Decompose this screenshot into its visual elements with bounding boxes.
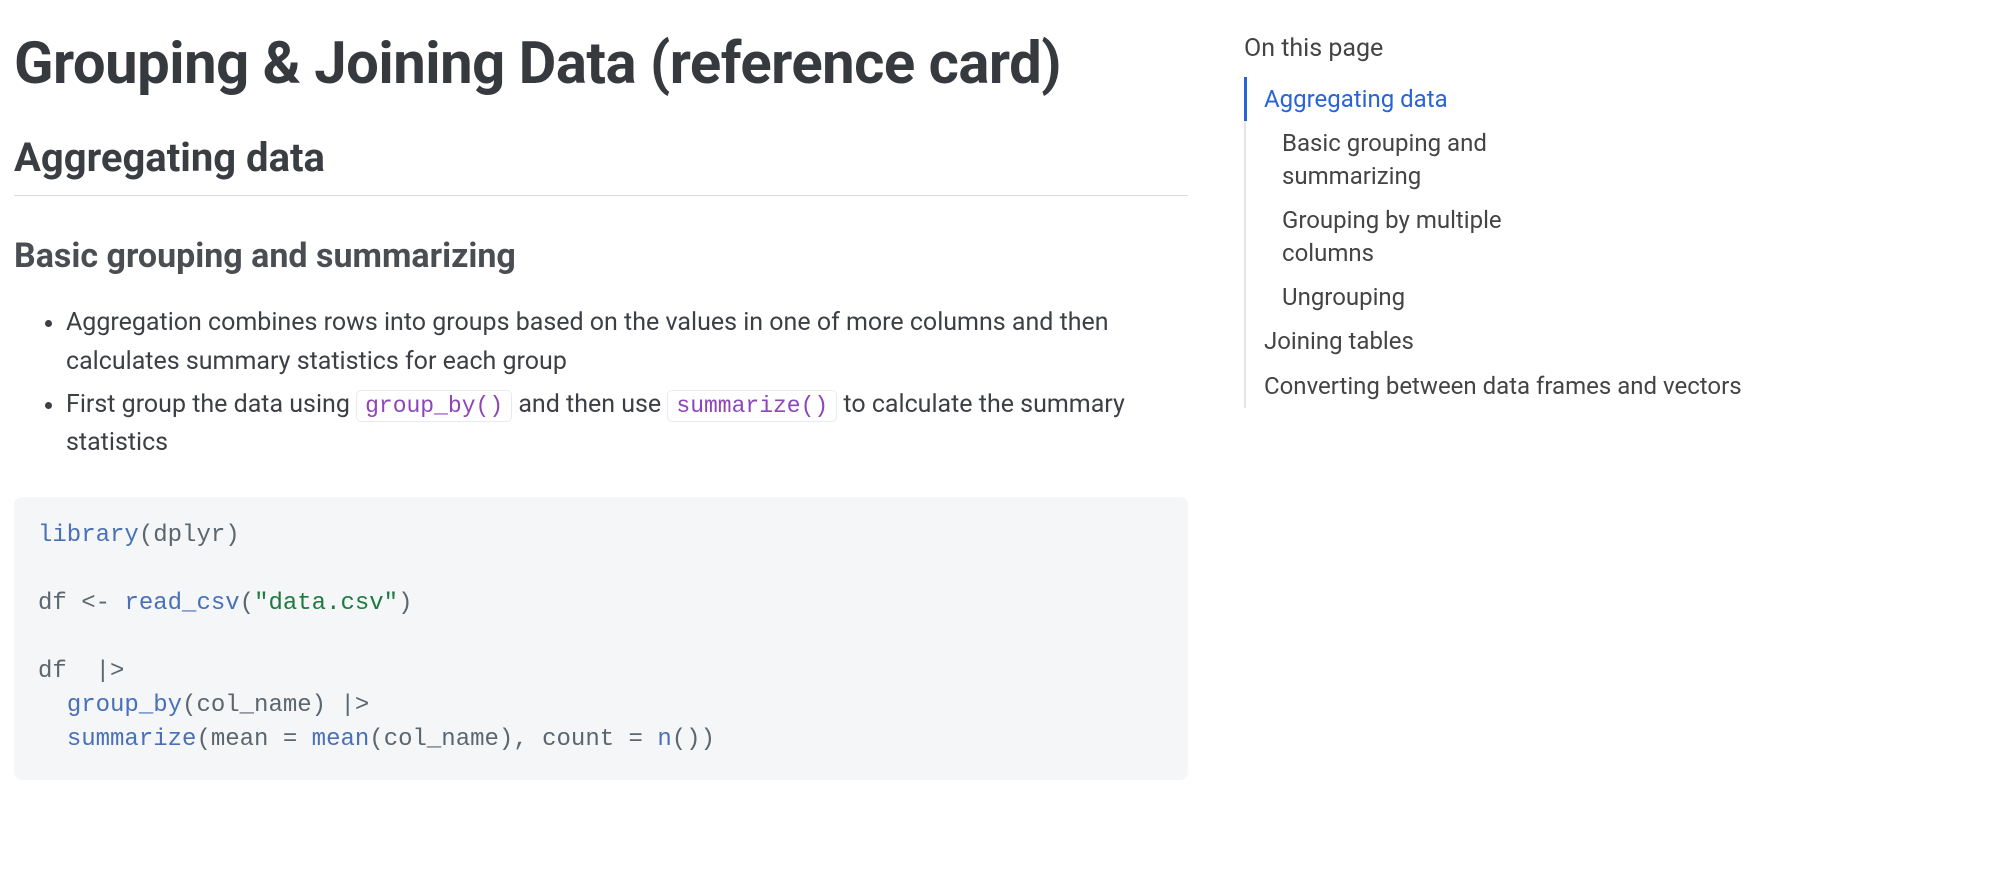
code-token bbox=[38, 726, 67, 753]
code-token: ) bbox=[398, 590, 412, 617]
code-token bbox=[110, 590, 124, 617]
toc-link-ungrouping[interactable]: Ungrouping bbox=[1246, 275, 1556, 319]
code-token: ( bbox=[369, 726, 383, 753]
toc-link-aggregating-data[interactable]: Aggregating data bbox=[1244, 77, 1742, 121]
code-token: count bbox=[542, 726, 614, 753]
code-token: = bbox=[268, 726, 311, 753]
code-token: , bbox=[513, 726, 542, 753]
code-token: ) bbox=[312, 692, 326, 719]
code-token: df bbox=[38, 590, 81, 617]
code-token: ( bbox=[240, 590, 254, 617]
code-token: ( bbox=[139, 522, 153, 549]
code-token: group_by bbox=[67, 692, 182, 719]
code-token: |> bbox=[326, 692, 369, 719]
page-title: Grouping & Joining Data (reference card) bbox=[14, 30, 1188, 98]
code-token bbox=[38, 692, 67, 719]
toc-sidebar: On this page Aggregating data Basic grou… bbox=[1198, 0, 1762, 896]
code-token: mean bbox=[312, 726, 370, 753]
code-token: read_csv bbox=[124, 590, 239, 617]
code-token: |> bbox=[81, 658, 124, 685]
toc-link-converting[interactable]: Converting between data frames and vecto… bbox=[1246, 364, 1742, 408]
toc-list: Aggregating data Basic grouping and summ… bbox=[1244, 77, 1742, 408]
code-token: df bbox=[38, 658, 81, 685]
bullet-list: Aggregation combines rows into groups ba… bbox=[14, 304, 1188, 463]
code-token: library bbox=[38, 522, 139, 549]
toc-link-joining-tables[interactable]: Joining tables bbox=[1246, 319, 1742, 363]
code-token: ) bbox=[499, 726, 513, 753]
heading-aggregating-data: Aggregating data bbox=[14, 134, 1188, 196]
inline-code-group-by: group_by() bbox=[356, 390, 512, 422]
toc-link-basic-grouping[interactable]: Basic grouping and summarizing bbox=[1246, 121, 1556, 198]
toc-title: On this page bbox=[1244, 34, 1742, 63]
code-token: dplyr bbox=[153, 522, 225, 549]
code-token: ( bbox=[182, 692, 196, 719]
inline-code-summarize: summarize() bbox=[667, 390, 837, 422]
code-token: ) bbox=[225, 522, 239, 549]
code-token: "data.csv" bbox=[254, 590, 398, 617]
main-content: Grouping & Joining Data (reference card)… bbox=[0, 0, 1198, 896]
code-token: <- bbox=[81, 590, 110, 617]
code-token: col_name bbox=[384, 726, 499, 753]
code-token: ( bbox=[196, 726, 210, 753]
bullet-text: First group the data using bbox=[66, 390, 356, 419]
heading-basic-grouping: Basic grouping and summarizing bbox=[14, 236, 1188, 276]
code-token: = bbox=[614, 726, 657, 753]
bullet-item: Aggregation combines rows into groups ba… bbox=[66, 304, 1188, 382]
bullet-text: and then use bbox=[518, 390, 667, 419]
code-token: ) bbox=[701, 726, 715, 753]
code-token: mean bbox=[211, 726, 269, 753]
code-token: col_name bbox=[196, 692, 311, 719]
code-token: () bbox=[672, 726, 701, 753]
code-token: summarize bbox=[67, 726, 197, 753]
code-block[interactable]: library(dplyr) df <- read_csv("data.csv"… bbox=[14, 497, 1188, 780]
code-token: n bbox=[657, 726, 671, 753]
toc-link-grouping-multiple[interactable]: Grouping by multiple columns bbox=[1246, 198, 1556, 275]
bullet-item: First group the data using group_by() an… bbox=[66, 386, 1188, 464]
